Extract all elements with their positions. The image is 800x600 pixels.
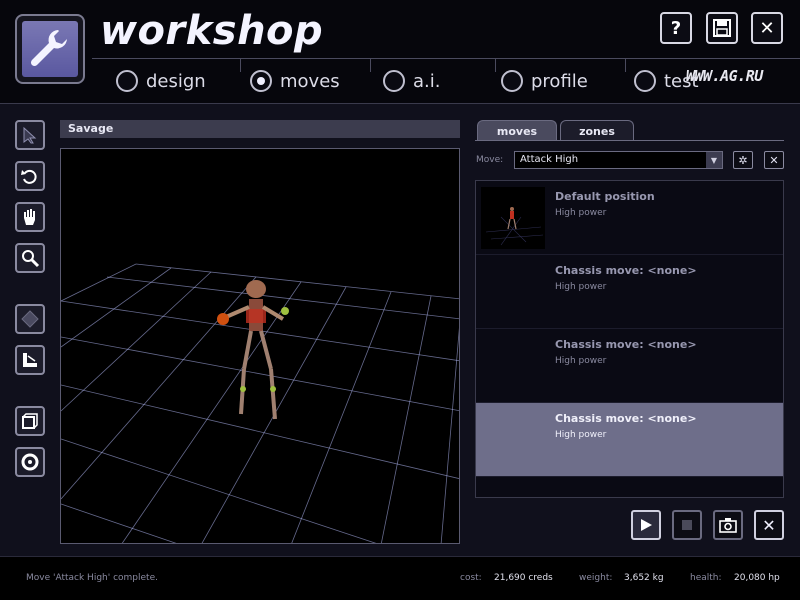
robot-savage bbox=[217, 280, 289, 420]
tab-label: test bbox=[664, 70, 699, 92]
box-icon bbox=[22, 413, 38, 429]
move-name: Default position bbox=[555, 190, 655, 203]
cost-value: 21,690 creds bbox=[494, 573, 553, 583]
radio-icon bbox=[501, 70, 523, 92]
panel-tab-label: moves bbox=[496, 124, 538, 138]
move-list-item-selected[interactable]: Chassis move: <none> High power bbox=[476, 403, 783, 477]
tab-zones-panel[interactable]: zones bbox=[560, 120, 634, 141]
zoom-tool-button[interactable] bbox=[15, 243, 45, 273]
diamond-tool-button[interactable] bbox=[15, 304, 45, 334]
nav-separator bbox=[240, 58, 241, 72]
pan-tool-button[interactable] bbox=[15, 202, 45, 232]
close-icon: ✕ bbox=[769, 153, 779, 167]
move-name: Chassis move: <none> bbox=[555, 264, 697, 277]
move-select[interactable]: Attack High ▼ bbox=[514, 151, 723, 169]
snapshot-button[interactable] bbox=[713, 510, 743, 540]
hand-icon bbox=[24, 209, 35, 225]
close-icon: ✕ bbox=[762, 515, 776, 535]
magnifier-icon bbox=[22, 250, 40, 268]
health-value: 20,080 hp bbox=[734, 573, 780, 583]
wrench-icon bbox=[22, 21, 78, 77]
radio-icon bbox=[634, 70, 656, 92]
panel-tab-label: zones bbox=[579, 124, 615, 138]
tab-design[interactable]: design bbox=[116, 68, 206, 94]
radio-selected-icon bbox=[250, 70, 272, 92]
play-button[interactable] bbox=[631, 510, 661, 540]
help-label: ? bbox=[670, 17, 682, 39]
radio-icon bbox=[383, 70, 405, 92]
save-button[interactable] bbox=[706, 12, 738, 44]
status-message: Move 'Attack High' complete. bbox=[26, 573, 158, 583]
move-name: Chassis move: <none> bbox=[555, 338, 697, 351]
app-title: workshop bbox=[100, 8, 324, 54]
move-power: High power bbox=[555, 356, 607, 366]
tab-label: moves bbox=[280, 70, 340, 92]
chevron-down-icon[interactable]: ▼ bbox=[706, 152, 722, 168]
move-select-value: Attack High bbox=[520, 154, 579, 165]
header: workshop ? ✕ WWW.AG.RU design moves a.i.… bbox=[0, 0, 800, 104]
cancel-button[interactable]: ✕ bbox=[754, 510, 784, 540]
arrow-pointer-icon bbox=[23, 126, 37, 144]
help-button[interactable]: ? bbox=[660, 12, 692, 44]
measure-tool-button[interactable] bbox=[15, 345, 45, 375]
main-area: Savage moves zones Move: Attack High ▼ ✲… bbox=[0, 104, 800, 556]
move-label: Move: bbox=[476, 155, 504, 165]
status-bar: Move 'Attack High' complete. cost: 21,69… bbox=[0, 556, 800, 600]
move-list-item[interactable]: Default position High power bbox=[476, 181, 783, 255]
robot-thumbnail-icon bbox=[485, 207, 544, 246]
camera-icon bbox=[719, 518, 737, 533]
nav-separator bbox=[370, 58, 371, 72]
tab-label: a.i. bbox=[413, 70, 441, 92]
save-icon bbox=[713, 19, 731, 37]
tab-test[interactable]: test bbox=[634, 68, 700, 94]
nav-separator bbox=[625, 58, 626, 72]
weight-label: weight: bbox=[579, 573, 613, 583]
3d-viewport[interactable] bbox=[60, 148, 460, 544]
move-power: High power bbox=[555, 208, 607, 218]
tab-ai[interactable]: a.i. bbox=[383, 68, 440, 94]
nav-separator bbox=[495, 58, 496, 72]
move-settings-button[interactable]: ✲ bbox=[733, 151, 753, 169]
gear-icon: ✲ bbox=[738, 153, 748, 167]
box-tool-button[interactable] bbox=[15, 406, 45, 436]
viewport-title: Savage bbox=[60, 120, 460, 138]
measure-icon bbox=[23, 353, 37, 367]
stop-button[interactable] bbox=[672, 510, 702, 540]
play-icon bbox=[641, 519, 652, 531]
radio-icon bbox=[116, 70, 138, 92]
rotate-icon bbox=[21, 169, 37, 184]
stop-icon bbox=[682, 520, 692, 530]
diamond-icon bbox=[21, 310, 39, 328]
tab-moves[interactable]: moves bbox=[250, 68, 340, 94]
viewport-scene bbox=[61, 263, 459, 543]
workshop-logo bbox=[15, 14, 85, 84]
move-name: Chassis move: <none> bbox=[555, 412, 697, 425]
weight-value: 3,652 kg bbox=[624, 573, 664, 583]
close-button[interactable]: ✕ bbox=[751, 12, 783, 44]
cost-label: cost: bbox=[460, 573, 482, 583]
tab-label: design bbox=[146, 70, 206, 92]
move-power: High power bbox=[555, 282, 607, 292]
header-divider bbox=[92, 58, 800, 59]
move-thumbnail bbox=[481, 187, 545, 249]
tab-moves-panel[interactable]: moves bbox=[477, 120, 557, 141]
move-power: High power bbox=[555, 430, 607, 440]
move-list-item[interactable]: Chassis move: <none> High power bbox=[476, 329, 783, 403]
move-list: Default position High power Chassis move… bbox=[475, 180, 784, 498]
disc-icon bbox=[21, 453, 39, 471]
select-tool-button[interactable] bbox=[15, 120, 45, 150]
disc-tool-button[interactable] bbox=[15, 447, 45, 477]
move-list-item[interactable]: Chassis move: <none> High power bbox=[476, 255, 783, 329]
panel-tab-divider bbox=[475, 140, 784, 141]
move-delete-button[interactable]: ✕ bbox=[764, 151, 784, 169]
close-icon: ✕ bbox=[759, 17, 775, 39]
tab-profile[interactable]: profile bbox=[501, 68, 588, 94]
tab-label: profile bbox=[531, 70, 588, 92]
rotate-tool-button[interactable] bbox=[15, 161, 45, 191]
health-label: health: bbox=[690, 573, 722, 583]
